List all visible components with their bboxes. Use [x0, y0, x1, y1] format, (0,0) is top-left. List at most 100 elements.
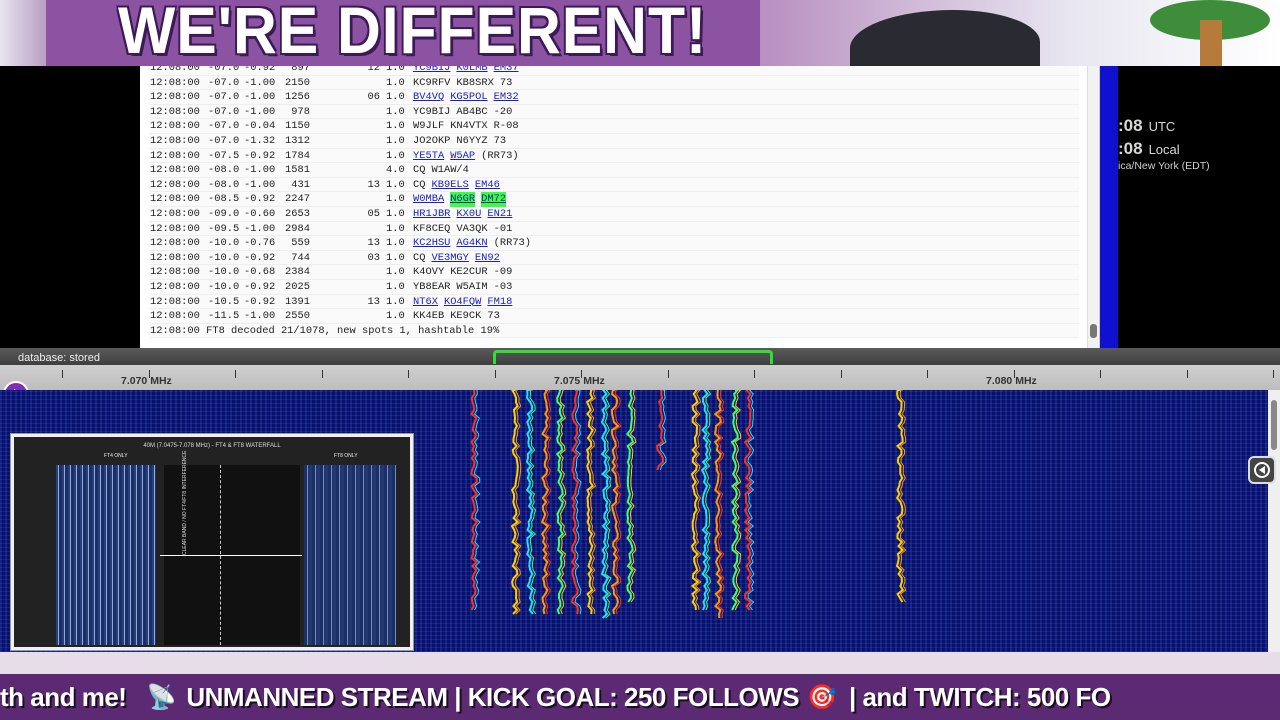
callsign-link[interactable]: BV4VQ — [413, 90, 444, 105]
message-text: -03 — [493, 280, 513, 293]
decode-drift: 1.0 — [386, 105, 405, 118]
decode-db: -10.5 — [208, 295, 240, 308]
decode-drift: 1.0 — [386, 266, 405, 279]
message-text: W1AW/4 — [431, 164, 469, 177]
message-text: 73 — [487, 310, 500, 323]
message-text: (RR73) — [493, 237, 532, 250]
callsign-link[interactable]: NT6X — [413, 295, 438, 310]
decode-summary: 12:08:00 FT8 decoded 21/1078, new spots … — [150, 323, 1079, 339]
callsign-link[interactable]: EM32 — [494, 90, 519, 105]
ft4-waterfall — [56, 465, 156, 645]
decode-db: -07.5 — [208, 149, 240, 162]
callsign-link[interactable]: KG5POL — [450, 90, 487, 105]
message-text: YB8EAR — [413, 280, 451, 293]
callsign-link[interactable]: EM37 — [494, 66, 519, 76]
callsign-link[interactable]: FM18 — [487, 295, 512, 310]
callsign-link[interactable]: W5AP — [450, 149, 475, 164]
passband-marker[interactable] — [493, 350, 773, 364]
callsign-link[interactable]: KO4FQW — [444, 295, 481, 310]
callsign-link[interactable]: EM46 — [475, 178, 500, 193]
callsign-link[interactable]: KB9ELS — [431, 178, 468, 193]
decode-db: -07.0 — [208, 76, 240, 89]
callsign-link[interactable]: EN21 — [487, 207, 512, 222]
ruler-tick — [1100, 370, 1101, 378]
decode-lines: 12:08:00 -07.0 -0.92 897 12 1.0 YC9BIJ K0LMB EM3… — [150, 66, 1079, 339]
decode-freq: 1150 — [285, 120, 310, 133]
decode-slot — [310, 163, 386, 177]
message-text: 73 — [499, 76, 513, 89]
decode-message: K4OVY KE2CUR -09 — [410, 265, 518, 279]
decode-drift: 1.0 — [386, 91, 405, 104]
decode-slot: 13 — [367, 178, 380, 191]
decode-message: BV4VQ KG5POL EM32 — [410, 90, 525, 104]
decode-dt: -0.92 — [244, 251, 276, 264]
signal-trace — [555, 390, 565, 615]
decode-db: -07.0 — [208, 105, 240, 118]
ruler-tick — [841, 370, 842, 378]
callsign-link[interactable]: YC9BIJ — [413, 66, 450, 76]
decode-dt: -0.92 — [244, 280, 276, 293]
message-text: KE9CK — [450, 310, 482, 323]
decode-db: -08.0 — [208, 164, 240, 177]
clear-band-arrow — [160, 555, 302, 556]
console-scrollbar[interactable] — [1087, 66, 1099, 348]
decode-freq: 897 — [291, 66, 310, 74]
back-arrow-icon — [1254, 462, 1270, 478]
message-text: KF8CEQ — [413, 222, 451, 235]
message-text: -20 — [493, 105, 513, 118]
decode-slot — [310, 149, 386, 163]
timezone-label: ica/New York (EDT) — [1118, 160, 1210, 172]
callsign-link[interactable]: VE3MGY — [431, 251, 468, 266]
decode-row: 12:08:00 -10.0 -0.92 744 03 1.0 CQ VE3MGY EN92 — [150, 250, 1079, 266]
message-text: CQ — [413, 178, 426, 191]
decode-drift: 1.0 — [386, 66, 405, 74]
collapse-button[interactable] — [1248, 456, 1276, 484]
callsign-link[interactable]: HR1JBR — [413, 207, 450, 222]
callsign-link[interactable]: DM72 — [481, 192, 507, 207]
callsign-link[interactable]: W0MBA — [413, 192, 444, 207]
decode-time: 12:08:00 — [150, 134, 200, 147]
callsign-link[interactable]: EN92 — [475, 251, 500, 266]
callsign-link[interactable]: K0LMB — [456, 66, 487, 76]
decode-dt: -0.76 — [244, 237, 276, 250]
decode-slot: 13 — [367, 295, 380, 308]
callsign-link[interactable]: KC2HSU — [413, 236, 450, 251]
callsign-link[interactable]: YE5TA — [413, 149, 444, 164]
decode-drift: 1.0 — [386, 280, 405, 293]
decode-freq: 2150 — [285, 76, 310, 89]
callsign-link[interactable]: KX0U — [456, 207, 481, 222]
decode-row: 12:08:00 -10.0 -0.68 2384 1.0 K4OVY KE2CUR -09 — [150, 265, 1079, 280]
decode-row: 12:08:00 -10.5 -0.92 1391 13 1.0 NT6X KO4FQW FM1… — [150, 294, 1079, 310]
decode-message: CQ VE3MGY EN92 — [410, 251, 506, 265]
decode-dt: -0.68 — [244, 266, 276, 279]
decode-drift: 1.0 — [386, 134, 405, 147]
decode-message: KC9RFV KB8SRX 73 — [410, 76, 518, 90]
decode-freq: 1784 — [285, 149, 310, 162]
message-text: KE2CUR — [450, 266, 488, 279]
waterfall-scroll-thumb[interactable] — [1271, 400, 1277, 450]
decode-drift: 1.0 — [386, 222, 405, 235]
scroll-thumb[interactable] — [1090, 324, 1097, 338]
decode-message: YC9BIJ K0LMB EM37 — [410, 66, 525, 75]
decode-message: CQ KB9ELS EM46 — [410, 178, 506, 192]
decode-row: 12:08:00 -08.5 -0.92 2247 1.0 W0MBA N6GR DM72 — [150, 192, 1079, 207]
decode-message: NT6X KO4FQW FM18 — [410, 295, 518, 309]
decode-slot — [310, 119, 386, 133]
ft8-waterfall — [304, 465, 396, 645]
decode-freq: 1391 — [285, 295, 310, 308]
decode-console[interactable]: 12:08:00 -07.0 -0.92 897 12 1.0 YC9BIJ K0LMB EM3… — [140, 66, 1100, 348]
callsign-link[interactable]: AG4KN — [456, 236, 487, 251]
blue-strip — [1100, 66, 1118, 348]
message-text: CQ — [413, 251, 426, 264]
decode-drift: 1.0 — [386, 295, 405, 308]
decode-drift: 1.0 — [386, 76, 405, 89]
message-text: W5AIM — [456, 280, 488, 293]
waterfall-scrollbar[interactable] — [1268, 390, 1280, 652]
decode-message: W0MBA N6GR DM72 — [410, 192, 512, 207]
callsign-link[interactable]: N6GR — [450, 192, 476, 207]
ticker-text-3: | and TWITCH: 500 FO — [848, 681, 1111, 712]
signal-trace — [610, 390, 620, 615]
utc-label: UTC — [1148, 119, 1176, 134]
decode-db: -09.5 — [208, 222, 240, 235]
ruler-tick — [495, 370, 496, 378]
